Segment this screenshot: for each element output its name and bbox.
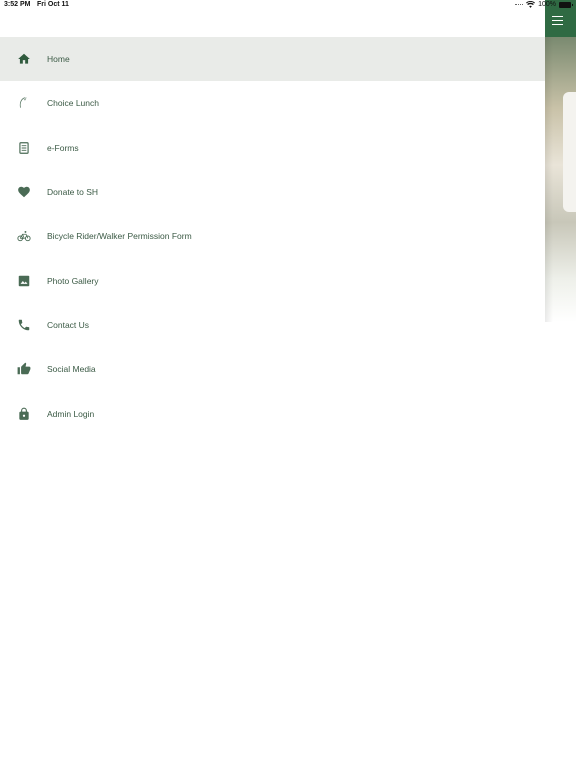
nav-item-label: Contact Us [47, 319, 90, 330]
hamburger-menu-button[interactable] [552, 16, 563, 25]
nav-item-social-media[interactable]: Social Media [0, 347, 545, 391]
photo-figure [563, 92, 576, 212]
battery-icon [559, 1, 573, 8]
nav-item-label: Social Media [47, 364, 96, 375]
nav-item-label: Admin Login [47, 408, 95, 419]
nav-item-label: Bicycle Rider/Walker Permission Form [47, 231, 192, 242]
status-indicators: 100% [515, 1, 573, 8]
nav-item-label: Home [47, 54, 70, 65]
lock-icon [17, 407, 31, 421]
home-icon [17, 52, 31, 66]
nav-item-home[interactable]: Home [0, 37, 545, 82]
status-bar: 3:52 PM Fri Oct 11 100% [0, 0, 576, 12]
hamburger-line [552, 16, 563, 18]
nav-item-label: Photo Gallery [47, 275, 99, 286]
nav-item-e-forms[interactable]: e-Forms [0, 126, 545, 170]
background-app-peek [545, 0, 576, 768]
nav-item-contact-us[interactable]: Contact Us [0, 303, 545, 347]
nav-item-donate[interactable]: Donate to SH [0, 170, 545, 214]
heart-icon [17, 185, 31, 199]
choice-lunch-icon [17, 96, 31, 110]
nav-item-label: Donate to SH [47, 187, 99, 198]
drawer-shadow [545, 37, 553, 322]
nav-menu: Home Choice Lunch e-Forms Donate to SH B [0, 37, 545, 436]
hamburger-line [552, 19, 563, 22]
nav-item-label: Choice Lunch [47, 98, 99, 109]
phone-icon [17, 318, 31, 332]
bicycle-icon [17, 229, 31, 243]
status-date: Fri Oct 11 [37, 1, 69, 8]
nav-item-bicycle-form[interactable]: Bicycle Rider/Walker Permission Form [0, 214, 545, 258]
status-time: 3:52 PM [4, 1, 31, 8]
nav-item-photo-gallery[interactable]: Photo Gallery [0, 258, 545, 302]
multitasking-dots-icon [515, 4, 524, 5]
thumbs-up-icon [17, 362, 31, 376]
document-icon [17, 141, 31, 155]
nav-item-label: e-Forms [47, 142, 79, 153]
nav-item-choice-lunch[interactable]: Choice Lunch [0, 81, 545, 125]
wifi-icon [526, 1, 536, 8]
navigation-drawer: Home Choice Lunch e-Forms Donate to SH B [0, 0, 545, 768]
image-icon [17, 274, 31, 288]
battery-percent: 100% [538, 1, 556, 8]
hero-photo [545, 37, 576, 322]
nav-item-admin-login[interactable]: Admin Login [0, 391, 545, 435]
hamburger-line [552, 23, 563, 25]
